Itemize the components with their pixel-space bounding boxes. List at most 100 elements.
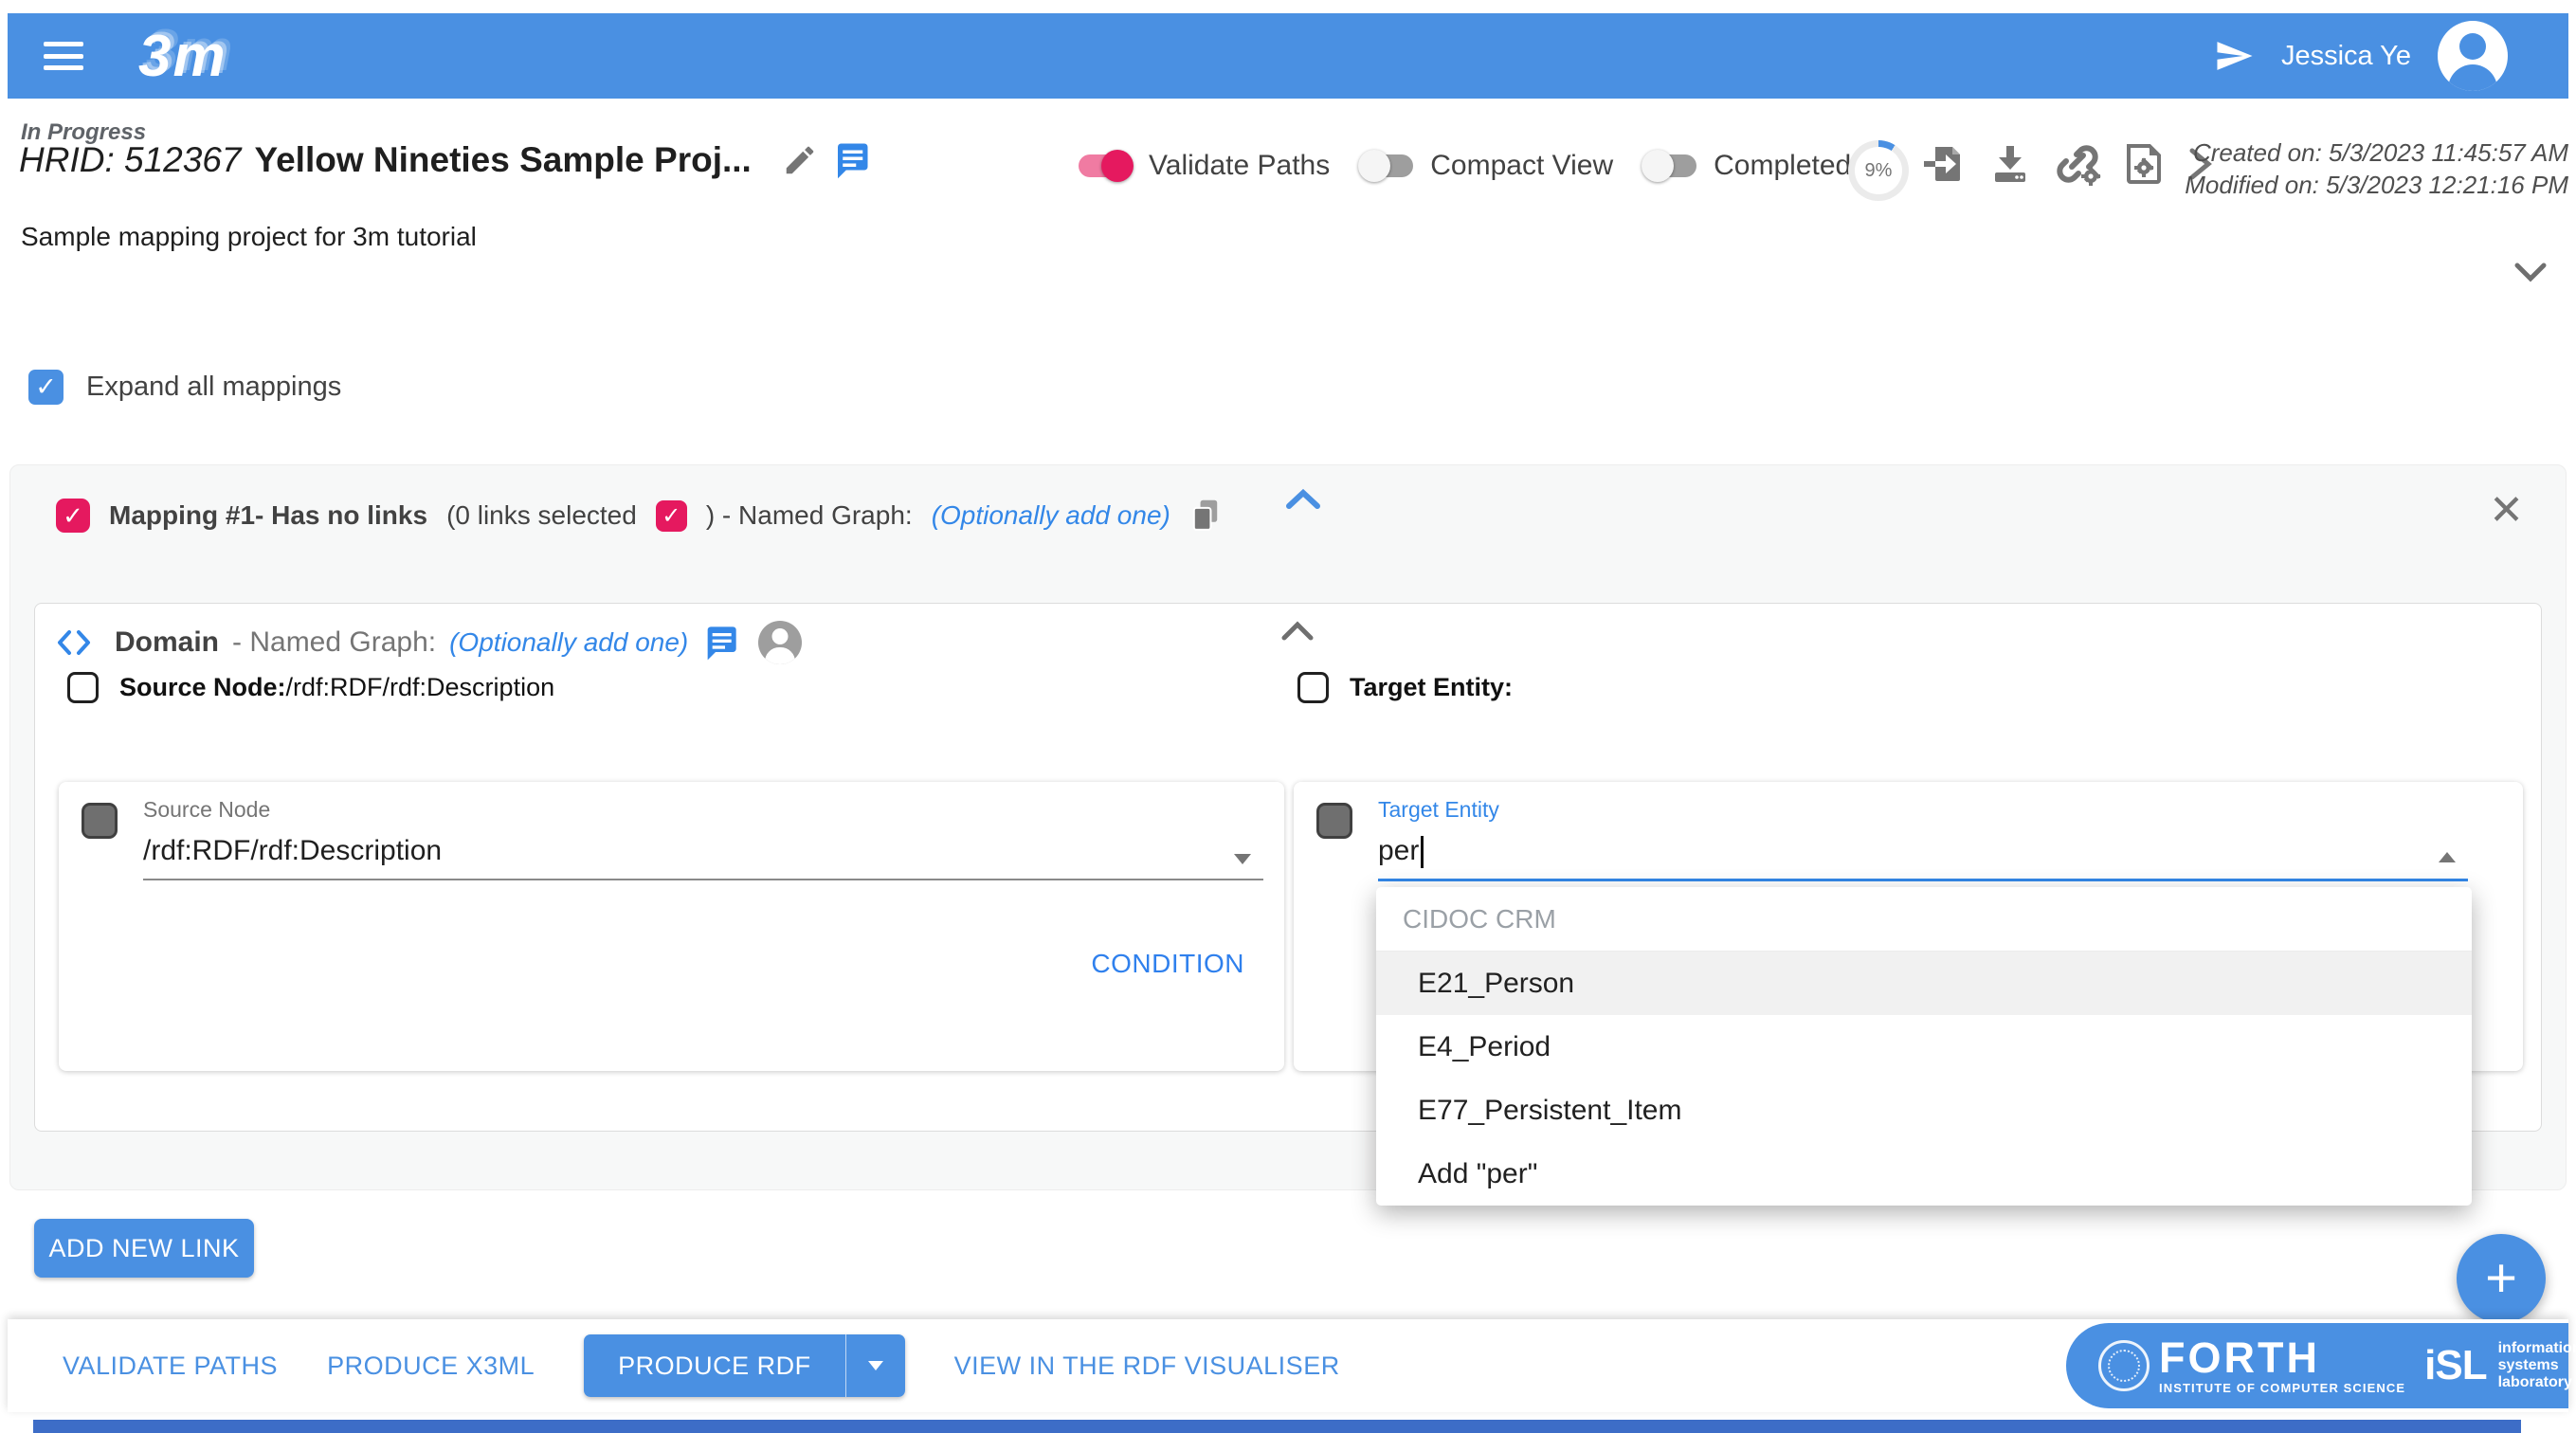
mapping-title: Mapping #1- Has no links xyxy=(109,500,427,531)
completion-progress-ring: 9% xyxy=(1848,140,1909,201)
expand-all-checkbox[interactable]: ✓ xyxy=(28,370,63,405)
toggle-compact-view: Compact View xyxy=(1360,150,1613,182)
dropdown-option-e4-period[interactable]: E4_Period xyxy=(1376,1015,2472,1079)
links-selected-prefix: (0 links selected xyxy=(446,500,637,531)
dropdown-option-add-custom[interactable]: Add "per" xyxy=(1376,1142,2472,1206)
validate-paths-button[interactable]: VALIDATE PATHS xyxy=(63,1351,278,1381)
dropdown-option-e21-person[interactable]: E21_Person xyxy=(1376,952,2472,1015)
mapping-chevron-up-icon[interactable] xyxy=(1282,486,1324,513)
domain-named-graph-label: - Named Graph: xyxy=(232,626,436,659)
comment-icon[interactable] xyxy=(831,140,871,180)
source-node-inline-value: /rdf:RDF/rdf:Description xyxy=(286,673,555,701)
target-entity-input[interactable]: per xyxy=(1378,835,1424,868)
forth-text: FORTH INSTITUTE OF COMPUTER SCIENCE xyxy=(2159,1337,2405,1395)
copy-icon[interactable] xyxy=(1189,498,1222,534)
app-bar: 3m Jessica Ye xyxy=(8,13,2568,99)
produce-rdf-split-button: PRODUCE RDF xyxy=(584,1334,905,1397)
text-cursor xyxy=(1421,836,1424,868)
view-toggles: Validate Paths Compact View Completed xyxy=(1079,150,1851,182)
domain-user-avatar-icon xyxy=(758,621,802,664)
forth-logo-block: FORTH INSTITUTE OF COMPUTER SCIENCE iSL … xyxy=(2066,1323,2568,1408)
dropdown-group-header: CIDOC CRM xyxy=(1376,887,2472,952)
source-node-inline: Source Node:/rdf:RDF/rdf:Description xyxy=(119,673,554,702)
target-entity-caret-icon[interactable] xyxy=(2439,852,2456,862)
links-checkbox[interactable]: ✓ xyxy=(656,500,687,532)
source-node-field-label: Source Node xyxy=(143,797,270,823)
menu-icon[interactable] xyxy=(44,42,83,70)
produce-rdf-caret-button[interactable] xyxy=(846,1334,905,1397)
condition-button[interactable]: CONDITION xyxy=(1091,949,1244,979)
add-mapping-fab[interactable]: + xyxy=(2457,1234,2546,1323)
expand-all-mappings[interactable]: ✓ Expand all mappings xyxy=(28,370,341,405)
created-on: Created on: 5/3/2023 11:45:57 AM xyxy=(2185,136,2568,169)
add-new-link-button[interactable]: ADD NEW LINK xyxy=(34,1219,254,1278)
source-node-caret-icon[interactable] xyxy=(1234,854,1251,864)
domain-label: Domain xyxy=(115,626,219,659)
isl-description: information systems laboratory xyxy=(2498,1340,2576,1391)
import-file-icon[interactable] xyxy=(1924,143,1968,185)
link-settings-icon[interactable] xyxy=(2053,142,2102,186)
target-entity-inline-label: Target Entity: xyxy=(1350,673,1513,701)
project-title-row: HRID: 512367 Yellow Nineties Sample Proj… xyxy=(19,140,871,180)
source-node-checkbox[interactable] xyxy=(67,672,99,703)
header-chevron-down-icon[interactable] xyxy=(2512,260,2549,284)
toggle-validate-paths: Validate Paths xyxy=(1079,150,1330,182)
source-node-select[interactable]: /rdf:RDF/rdf:Description xyxy=(143,835,442,867)
user-name: Jessica Ye xyxy=(2281,41,2411,72)
footer-bar: VALIDATE PATHS PRODUCE X3ML PRODUCE RDF … xyxy=(8,1319,2568,1412)
dropdown-option-e77-persistent-item[interactable]: E77_Persistent_Item xyxy=(1376,1079,2472,1142)
domain-comment-icon[interactable] xyxy=(701,624,739,662)
file-settings-icon[interactable] xyxy=(2123,142,2165,186)
completed-switch[interactable] xyxy=(1643,154,1696,177)
produce-rdf-button[interactable]: PRODUCE RDF xyxy=(584,1334,846,1397)
links-selected-suffix: ) - Named Graph: xyxy=(706,500,913,531)
view-rdf-visualiser-button[interactable]: VIEW IN THE RDF VISUALISER xyxy=(954,1351,1340,1381)
target-entity-underline xyxy=(1378,879,2468,881)
domain-header: Domain - Named Graph: (Optionally add on… xyxy=(56,621,802,664)
code-icon xyxy=(56,628,101,657)
download-icon[interactable] xyxy=(1988,143,2032,185)
source-node-underline xyxy=(143,879,1263,880)
project-description: Sample mapping project for 3m tutorial xyxy=(21,222,477,252)
validate-paths-switch[interactable] xyxy=(1079,154,1132,177)
source-node-inline-label: Source Node: xyxy=(119,673,286,701)
user-avatar[interactable] xyxy=(2438,21,2508,91)
paper-plane-icon[interactable] xyxy=(2215,38,2255,74)
validate-paths-label: Validate Paths xyxy=(1149,150,1330,182)
target-entity-field-label: Target Entity xyxy=(1378,797,1499,823)
project-action-icons xyxy=(1924,142,2214,186)
target-entity-inline: Target Entity: xyxy=(1350,673,1513,702)
mapping-checkbox[interactable]: ✓ xyxy=(56,499,90,533)
project-hrid: HRID: 512367 xyxy=(19,140,241,180)
mapping-header: ✓ Mapping #1- Has no links (0 links sele… xyxy=(56,498,1222,534)
domain-chevron-up-icon[interactable] xyxy=(1279,619,1316,644)
mapping-named-graph-link[interactable]: (Optionally add one) xyxy=(932,500,1170,531)
progress-percent: 9% xyxy=(1865,160,1893,182)
produce-x3ml-button[interactable]: PRODUCE X3ML xyxy=(327,1351,535,1381)
target-entity-handle[interactable] xyxy=(1316,803,1352,839)
target-entity-dropdown: CIDOC CRM E21_Person E4_Period E77_Persi… xyxy=(1376,887,2472,1206)
source-node-check-row: Source Node:/rdf:RDF/rdf:Description xyxy=(67,672,554,703)
domain-named-graph-link[interactable]: (Optionally add one) xyxy=(449,627,688,658)
edit-title-icon[interactable] xyxy=(782,142,818,178)
isl-logo: iSL xyxy=(2424,1342,2486,1389)
source-node-card: Source Node /rdf:RDF/rdf:Description CON… xyxy=(59,782,1284,1071)
forth-subtitle: INSTITUTE OF COMPUTER SCIENCE xyxy=(2159,1381,2405,1395)
modified-on: Modified on: 5/3/2023 12:21:16 PM xyxy=(2185,169,2568,201)
forth-seal-icon xyxy=(2098,1340,2150,1391)
app-logo-3m[interactable]: 3m xyxy=(138,23,227,90)
page: 3m Jessica Ye In Progress HRID: 512367 Y… xyxy=(0,0,2576,1433)
source-node-handle[interactable] xyxy=(82,803,118,839)
target-entity-check-row: Target Entity: xyxy=(1297,672,1513,703)
forth-name: FORTH xyxy=(2159,1337,2405,1379)
compact-view-switch[interactable] xyxy=(1360,154,1413,177)
project-timestamps: Created on: 5/3/2023 11:45:57 AM Modifie… xyxy=(2185,136,2568,201)
completed-label: Completed xyxy=(1714,150,1851,182)
app-bar-right: Jessica Ye xyxy=(2215,21,2508,91)
toggle-completed: Completed xyxy=(1643,150,1851,182)
expand-all-label: Expand all mappings xyxy=(86,372,341,403)
bottom-page-edge xyxy=(33,1420,2521,1433)
mapping-close-icon[interactable]: ✕ xyxy=(2489,490,2524,532)
target-entity-input-value: per xyxy=(1378,835,1419,866)
target-entity-checkbox[interactable] xyxy=(1297,672,1329,703)
